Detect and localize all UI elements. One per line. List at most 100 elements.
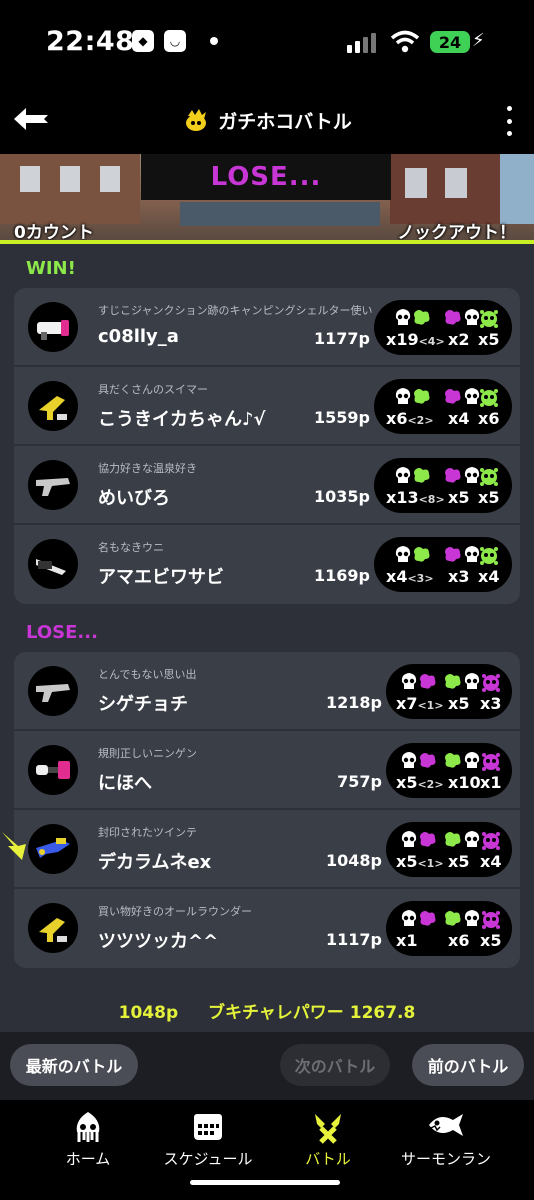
notification-icons: ◆ ◡ [132,30,218,52]
player-title: 規則正しいニンゲン [98,747,197,760]
tab-schedule-label: スケジュール [163,1150,253,1168]
kill-count: x7 [396,694,418,713]
stage-window [100,166,120,192]
splat-icon [413,308,431,332]
assist-count: <1> [417,699,444,712]
home-squid-icon [76,1112,100,1142]
player-name: c08lly_a [98,326,179,347]
tab-battle-label: バトル [305,1150,351,1168]
assist-count: <8> [418,493,445,506]
weapon-icon [28,460,78,510]
splat-icon [444,672,462,696]
player-points: 1177p [314,329,370,348]
latest-battle-button[interactable]: 最新のバトル [10,1044,138,1086]
app-notification-icon: ◆ [132,30,154,52]
more-options-icon[interactable] [504,106,514,136]
skull-icon [463,751,481,775]
death-stat: x6 [444,901,480,956]
kill-value: x4<3> [386,567,434,586]
splat-icon [444,909,462,933]
death-stat: x5 [444,664,480,719]
special-stat: x5 [478,458,506,513]
weapon-icon [28,381,78,431]
player-points: 1048p [326,851,382,870]
weapon-icon [28,824,78,874]
tab-home-label: ホーム [65,1150,111,1168]
player-stats: x19<4> x2 x5 [374,300,512,355]
skull-icon [463,672,481,696]
special-value: x4 [480,852,502,871]
player-points: 757p [337,772,382,791]
special-stat: x4 [480,822,508,877]
player-row[interactable]: すじこジャンクション跡のキャンピングシェルター使い c08lly_a 1177p x1… [14,288,520,367]
self-marker-icon [2,832,26,860]
special-stat: x6 [478,379,506,434]
tab-schedule[interactable]: スケジュール [148,1106,268,1168]
death-value: x4 [448,409,470,428]
player-stats: x5<1> x5 x4 [386,822,512,877]
kill-value: x5<1> [396,852,444,871]
splat-icon [444,751,462,775]
assist-count: <4> [418,335,445,348]
death-icons [444,909,481,933]
splat-icon [413,387,431,411]
app-header: ガチホコバトル [0,92,534,154]
death-value: x10 [448,773,481,792]
kill-count: x1 [396,931,418,950]
splat-icon [413,545,431,569]
home-indicator [190,1180,340,1185]
skull-icon [400,830,418,854]
splat-icon [444,545,462,569]
status-time: 22:48 [46,26,135,57]
death-stat: x5 [444,822,480,877]
player-name: こうきイカちゃん♪√ [98,409,266,430]
assist-count: <2> [407,414,434,427]
skull-icon [400,751,418,775]
cellular-signal-icon [347,33,376,53]
death-value: x6 [448,931,470,950]
skull-icon [463,909,481,933]
header-title-group: ガチホコバトル [0,106,534,134]
player-row[interactable]: 規則正しいニンゲン にほへ 757p x5<2> x10 x1 [14,731,520,810]
player-row[interactable]: 名もなきウニ アマエビワサビ 1169p x4<3> x3 x4 [14,525,520,604]
summary-power-label: ブキチャレパワー [207,1003,344,1023]
kill-stat: x5<1> [396,822,444,877]
player-row[interactable]: 具だくさんのスイマーこうきイカちゃん♪√ 1559p x6<2> x4 x6 [14,367,520,446]
kill-value: x6<2> [386,409,434,428]
stage-window [445,168,467,198]
player-points: 1559p [314,408,370,427]
player-row[interactable]: 封印されたツインテ デカラムネex 1048p x5<1> x5 x4 [14,810,520,889]
player-title: 具だくさんのスイマー [98,383,208,396]
stage-ground [180,202,380,226]
kill-count: x19 [386,330,419,349]
kill-value: x7<1> [396,694,444,713]
tab-home[interactable]: ホーム [28,1106,148,1168]
kill-value: x5<2> [396,773,444,792]
special-value: x5 [480,931,502,950]
skull-icon [394,387,412,411]
player-row[interactable]: 買い物好きのオールラウンダー ツツツッカ^^ 1117p x1 x6 x5 [14,889,520,968]
previous-battle-button[interactable]: 前のバトル [412,1044,524,1086]
kill-icons [394,466,431,490]
player-row[interactable]: とんでもない思い出 シゲチョチ 1218p x7<1> x5 x3 [14,652,520,731]
tab-battle[interactable]: バトル [268,1106,388,1168]
splat-icon [419,751,437,775]
weapon-icon [28,745,78,795]
result-box: LOSE... [141,154,391,200]
death-value: x5 [448,852,470,871]
player-stats: x4<3> x3 x4 [374,537,512,592]
player-row[interactable]: 協力好きな温泉好き めいびろ 1035p x13<8> x5 x5 [14,446,520,525]
kill-stat: x7<1> [396,664,444,719]
assist-count: <1> [417,857,444,870]
kill-value: x13<8> [386,488,445,507]
special-value: x5 [478,488,500,507]
kill-stat: x13<8> [386,458,445,513]
next-battle-button[interactable]: 次のバトル [280,1044,390,1086]
special-value: x6 [478,409,500,428]
player-name: デカラムネex [98,852,212,873]
player-name: にほへ [98,773,152,794]
player-points: 1169p [314,566,370,585]
kill-value: x1 [396,931,417,950]
tab-salmon-run[interactable]: サーモンラン [386,1106,506,1168]
special-stat: x5 [480,901,508,956]
